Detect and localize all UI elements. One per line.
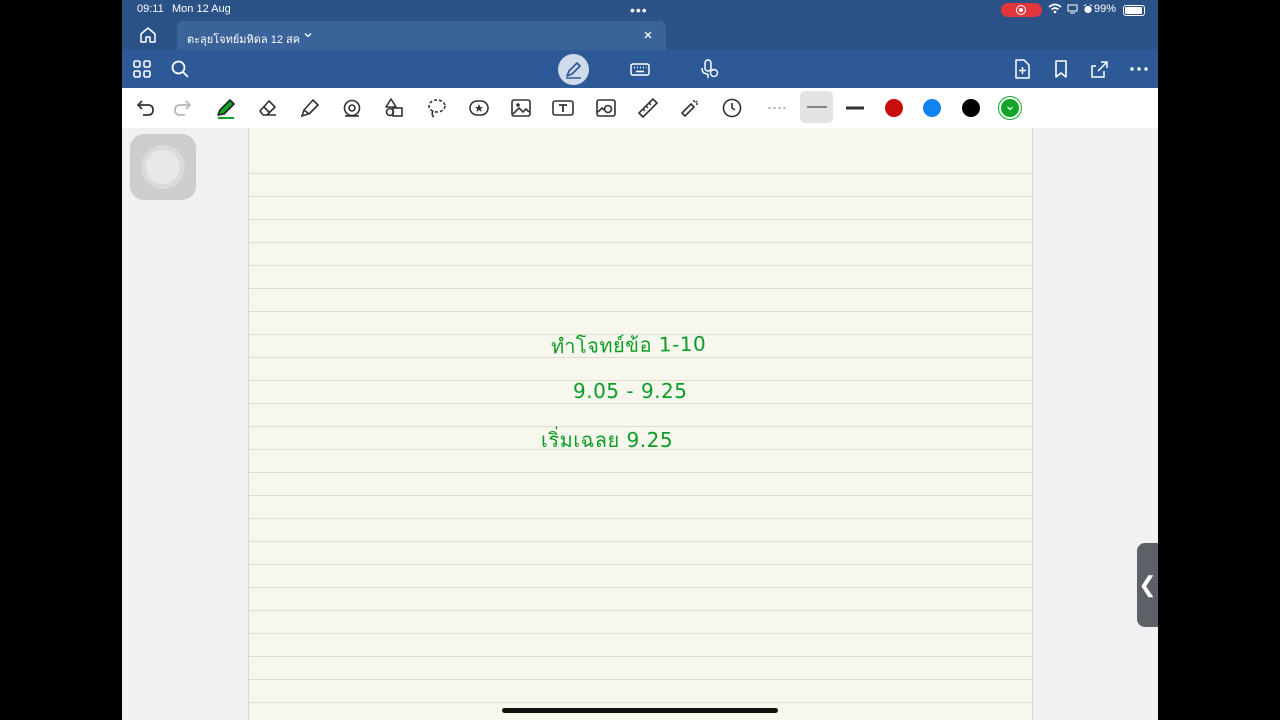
chevron-down-icon xyxy=(1007,106,1013,111)
stroke-thick-icon[interactable] xyxy=(843,96,867,120)
multitasking-dots-icon[interactable]: ••• xyxy=(630,2,648,18)
search-icon[interactable] xyxy=(169,58,191,80)
camera-scan-icon[interactable] xyxy=(594,96,618,120)
stroke-thin-icon[interactable] xyxy=(766,96,790,120)
screen-recording-indicator[interactable] xyxy=(1001,3,1042,17)
thumbnails-grid-icon[interactable] xyxy=(131,58,153,80)
color-swatch-green-selected[interactable] xyxy=(1001,99,1019,117)
eraser-icon[interactable] xyxy=(256,96,280,120)
shape-tool-icon[interactable] xyxy=(340,96,364,120)
chevron-down-icon[interactable] xyxy=(303,30,313,40)
status-time: 09:11 xyxy=(137,3,164,15)
alarm-icon xyxy=(1083,3,1093,13)
handwritten-note-line: 9.05 - 9.25 xyxy=(573,379,688,403)
goodnotes-app: 09:11 Mon 12 Aug ••• 99% ตะลุยโจทย์มหิดล… xyxy=(122,0,1158,720)
lasso-icon[interactable] xyxy=(425,96,449,120)
drawing-toolbar xyxy=(122,88,1158,128)
bookmark-icon[interactable] xyxy=(1050,58,1072,80)
status-date: Mon 12 Aug xyxy=(172,3,231,15)
pen-mode-button[interactable] xyxy=(558,54,589,85)
home-indicator[interactable] xyxy=(502,708,778,713)
title-bar: 09:11 Mon 12 Aug ••• 99% ตะลุยโจทย์มหิดล… xyxy=(122,0,1158,50)
handwritten-note-line: ทำโจทย์ข้อ 1-10 xyxy=(550,331,707,359)
more-options-icon[interactable] xyxy=(1128,58,1150,80)
add-page-icon[interactable] xyxy=(1011,58,1033,80)
sticker-icon[interactable] xyxy=(467,96,491,120)
document-tab-title: ตะลุยโจทย์มหิดล 12 สค xyxy=(187,34,301,46)
app-toolbar xyxy=(122,50,1158,88)
status-icons xyxy=(1048,3,1093,14)
microphone-icon[interactable] xyxy=(698,58,720,80)
handwritten-note-line: เริ่มเฉลย 9.25 xyxy=(541,428,674,452)
color-swatch-blue[interactable] xyxy=(923,99,941,117)
stroke-medium-button[interactable] xyxy=(800,91,833,123)
text-tool-icon[interactable] xyxy=(551,96,575,120)
undo-icon[interactable] xyxy=(133,96,157,120)
highlighter-icon[interactable] xyxy=(298,96,322,120)
color-swatch-red[interactable] xyxy=(885,99,903,117)
pen-mode-icon xyxy=(566,62,581,79)
notebook-page[interactable]: ทำโจทย์ข้อ 1-10 9.05 - 9.25 เริ่มเฉลย 9.… xyxy=(248,128,1033,720)
side-panel-handle[interactable]: ❮ xyxy=(1137,543,1158,627)
stroke-medium-icon xyxy=(807,106,827,108)
screen-mirroring-icon xyxy=(1067,4,1078,13)
record-icon xyxy=(1016,5,1026,15)
battery-icon xyxy=(1123,5,1145,16)
shapes-icon[interactable] xyxy=(383,96,407,120)
assistive-touch-button[interactable] xyxy=(130,134,196,200)
keyboard-icon[interactable] xyxy=(629,58,651,80)
wifi-icon xyxy=(1048,3,1062,14)
document-tab[interactable]: ตะลุยโจทย์มหิดล 12 สค xyxy=(177,21,666,50)
history-clock-icon[interactable] xyxy=(720,96,744,120)
home-icon[interactable] xyxy=(138,26,158,44)
image-icon[interactable] xyxy=(509,96,533,120)
ruler-icon[interactable] xyxy=(636,96,660,120)
close-icon[interactable] xyxy=(642,29,654,41)
pen-tool-icon[interactable] xyxy=(214,96,238,120)
share-export-icon[interactable] xyxy=(1088,58,1110,80)
laser-pointer-icon[interactable] xyxy=(678,96,702,120)
battery-percentage: 99% xyxy=(1094,3,1117,15)
redo-icon[interactable] xyxy=(171,96,195,120)
color-swatch-black[interactable] xyxy=(962,99,980,117)
